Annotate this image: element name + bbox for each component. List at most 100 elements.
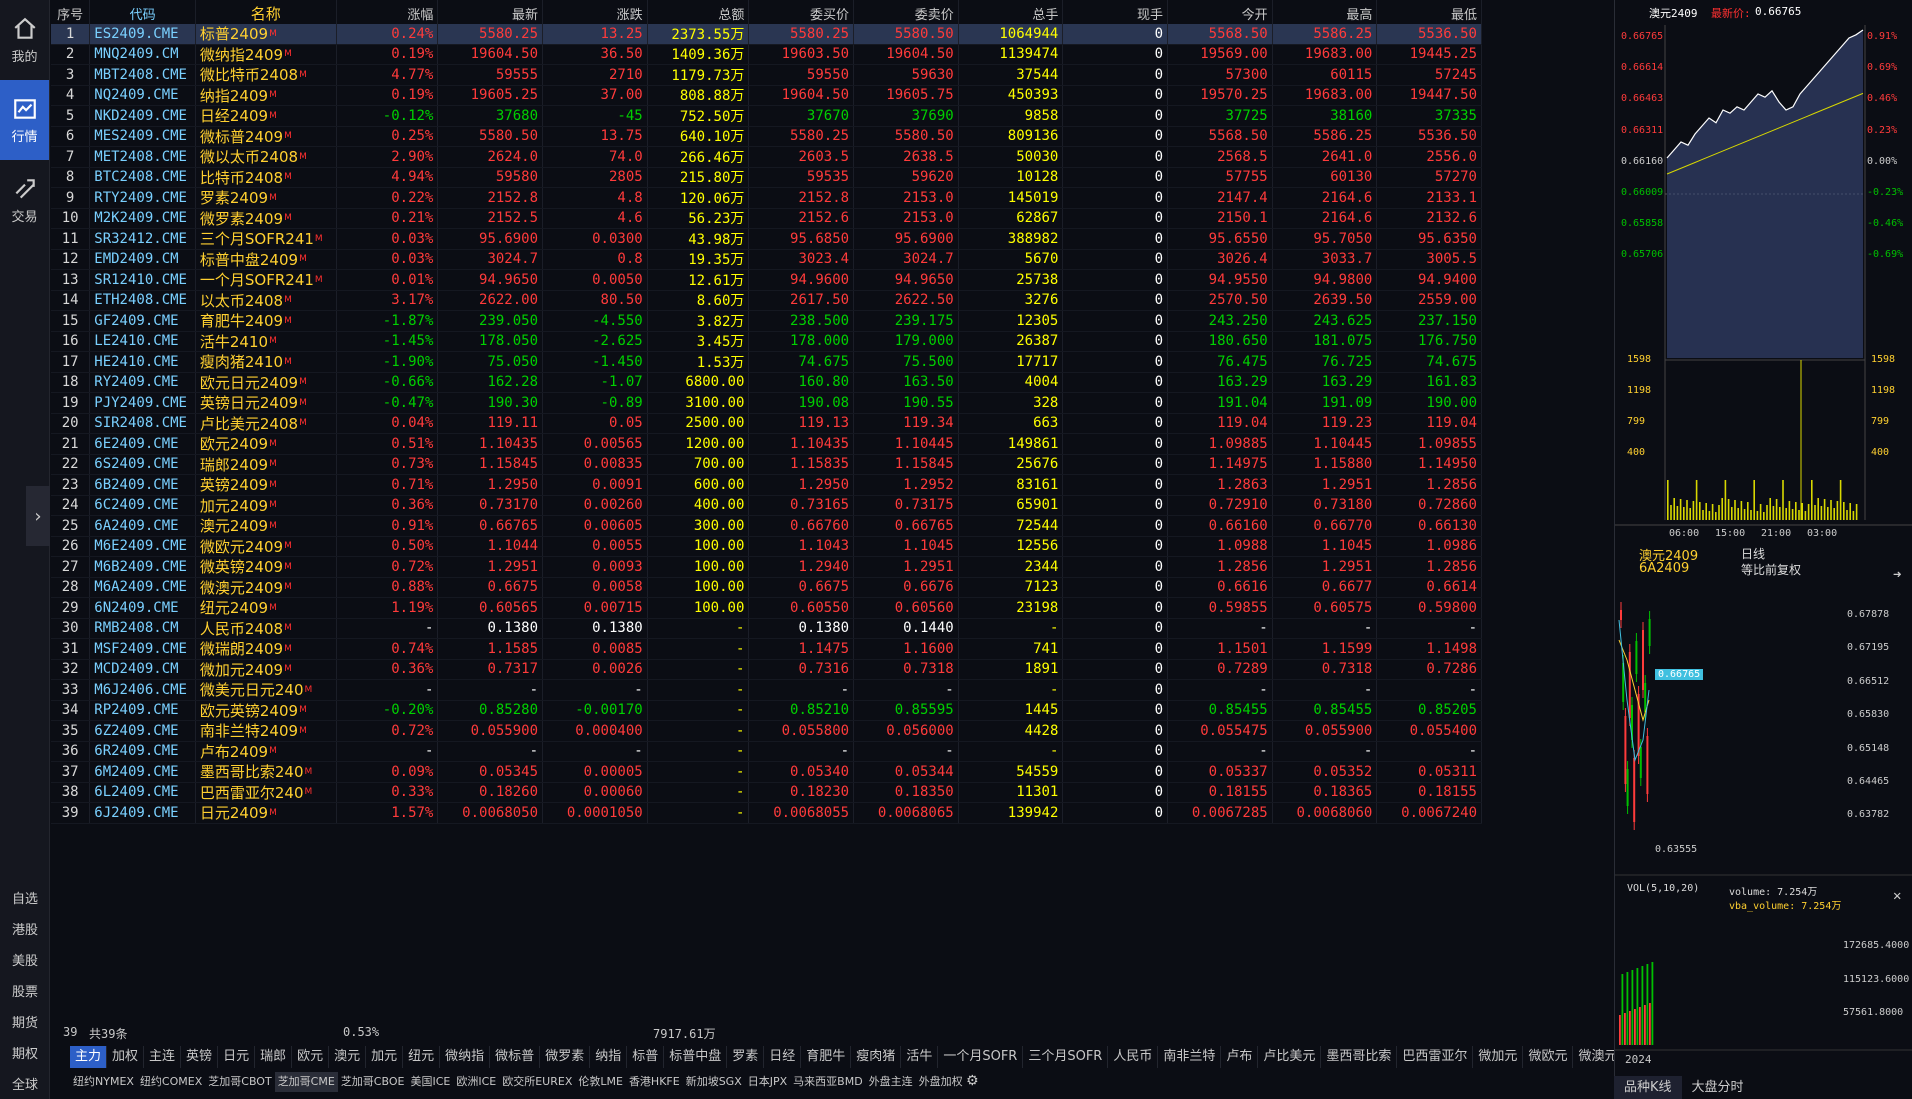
table-row[interactable]: 5 NKD2409.CME 日经2409 M -0.12% 37680 -45 752.50万… <box>51 106 1482 127</box>
category-tab[interactable]: 微欧元 <box>1523 1046 1574 1068</box>
category-tab[interactable]: 罗素 <box>727 1046 765 1068</box>
category-tab[interactable]: 活牛 <box>901 1046 939 1068</box>
exchange-tab[interactable]: 芝加哥CBOT <box>205 1072 274 1092</box>
exchange-tab[interactable]: 欧洲ICE <box>453 1072 499 1092</box>
table-row[interactable]: 32 MCD2409.CM 微加元2409 M 0.36% 0.7317 0.0026 - 0.… <box>51 659 1482 680</box>
table-row[interactable]: 31 MSF2409.CME 微瑞朗2409 M 0.74% 1.1585 0.0085 - 1… <box>51 639 1482 660</box>
nav-bottom-watchlist[interactable]: 自选 <box>0 888 50 907</box>
table-row[interactable]: 22 6S2409.CME 瑞郎2409 M 0.73% 1.15845 0.00835 70… <box>51 454 1482 475</box>
category-tab[interactable]: 主连 <box>144 1046 182 1068</box>
table-row[interactable]: 28 M6A2409.CME 微澳元2409 M 0.88% 0.6675 0.0058 10… <box>51 577 1482 598</box>
category-tab[interactable]: 卢比美元 <box>1258 1046 1322 1068</box>
category-tab[interactable]: 欧元 <box>292 1046 330 1068</box>
table-row[interactable]: 36 6R2409.CME 卢布2409 M - - - - - - - 0 - - - <box>51 741 1482 762</box>
nav-bottom-global[interactable]: 全球 <box>0 1074 50 1093</box>
table-row[interactable]: 12 EMD2409.CM 标普中盘2409 M 0.03% 3024.7 0.8 19.35… <box>51 249 1482 270</box>
exchange-tab[interactable]: 纽约NYMEX <box>70 1072 137 1092</box>
nav-item-market[interactable]: 行情 <box>0 80 49 160</box>
category-tab[interactable]: 育肥牛 <box>801 1046 852 1068</box>
category-tab[interactable]: 加元 <box>366 1046 404 1068</box>
exchange-tab[interactable]: 外盘加权 <box>916 1072 966 1092</box>
column-header[interactable]: 总额 <box>648 0 750 27</box>
table-row[interactable]: 15 GF2409.CME 育肥牛2409 M -1.87% 239.050 -4.550 3… <box>51 311 1482 332</box>
nav-bottom-stocks[interactable]: 股票 <box>0 981 50 1000</box>
exchange-tab[interactable]: 新加坡SGX <box>683 1072 745 1092</box>
table-row[interactable]: 18 RY2409.CME 欧元日元2409 M -0.66% 162.28 -1.07 68… <box>51 372 1482 393</box>
table-row[interactable]: 17 HE2410.CME 瘦肉猪2410 M -1.90% 75.050 -1.450 1.… <box>51 352 1482 373</box>
table-row[interactable]: 34 RP2409.CME 欧元英镑2409 M -0.20% 0.85280 -0.001… <box>51 700 1482 721</box>
table-row[interactable]: 3 MBT2408.CME 微比特币2408 M 4.77% 59555 2710 1179.… <box>51 65 1482 86</box>
column-header[interactable]: 最低 <box>1377 0 1482 27</box>
nav-item-trade[interactable]: 交易 <box>0 160 49 240</box>
table-row[interactable]: 33 M6J2406.CME 微美元日元240 M - - - - - - - 0 - - - <box>51 680 1482 701</box>
table-row[interactable]: 35 6Z2409.CME 南非兰特2409 M 0.72% 0.055900 0.0004… <box>51 721 1482 742</box>
table-row[interactable]: 27 M6B2409.CME 微英镑2409 M 0.72% 1.2951 0.0093 10… <box>51 557 1482 578</box>
category-tab[interactable]: 纽元 <box>403 1046 441 1068</box>
category-tab[interactable]: 瑞郎 <box>255 1046 293 1068</box>
category-tab[interactable]: 巴西雷亚尔 <box>1397 1046 1474 1068</box>
category-tab[interactable]: 微罗素 <box>540 1046 591 1068</box>
nav-bottom-us[interactable]: 美股 <box>0 950 50 969</box>
category-tab[interactable]: 英镑 <box>181 1046 219 1068</box>
gear-icon[interactable]: ⚙ <box>966 1073 979 1089</box>
exchange-tab[interactable]: 伦敦LME <box>575 1072 626 1092</box>
table-row[interactable]: 10 M2K2409.CME 微罗素2409 M 0.21% 2152.5 4.6 56.23… <box>51 208 1482 229</box>
category-tab[interactable]: 日元 <box>218 1046 256 1068</box>
table-row[interactable]: 39 6J2409.CME 日元2409 M 1.57% 0.0068050 0.00010… <box>51 803 1482 824</box>
nav-bottom-options[interactable]: 期权 <box>0 1043 50 1062</box>
exchange-tab[interactable]: 纽约COMEX <box>137 1072 205 1092</box>
nav-bottom-futures[interactable]: 期货 <box>0 1012 50 1031</box>
tab-market-minute[interactable]: 大盘分时 <box>1682 1076 1754 1099</box>
table-row[interactable]: 25 6A2409.CME 澳元2409 M 0.91% 0.66765 0.00605 30… <box>51 516 1482 537</box>
column-header[interactable]: 最新 <box>438 0 544 27</box>
exchange-tab[interactable]: 马来西亚BMD <box>790 1072 866 1092</box>
table-row[interactable]: 26 M6E2409.CME 微欧元2409 M 0.50% 1.1044 0.0055 10… <box>51 536 1482 557</box>
close-icon[interactable]: ✕ <box>1893 888 1901 904</box>
table-row[interactable]: 29 6N2409.CME 纽元2409 M 1.19% 0.60565 0.00715 10… <box>51 598 1482 619</box>
category-tab[interactable]: 澳元 <box>329 1046 367 1068</box>
exchange-tab[interactable]: 美国ICE <box>407 1072 453 1092</box>
exchange-tab[interactable]: 香港HKFE <box>626 1072 683 1092</box>
nav-bottom-hk[interactable]: 港股 <box>0 919 50 938</box>
exchange-tab[interactable]: 欧交所EUREX <box>499 1072 575 1092</box>
kline-period[interactable]: 日线 <box>1741 545 1765 562</box>
category-tab[interactable]: 人民币 <box>1108 1046 1159 1068</box>
column-header[interactable]: 今开 <box>1168 0 1273 27</box>
category-tab[interactable]: 标普中盘 <box>664 1046 728 1068</box>
table-row[interactable]: 19 PJY2409.CME 英镑日元2409 M -0.47% 190.30 -0.89 3… <box>51 393 1482 414</box>
table-row[interactable]: 1 ES2409.CME 标普2409 M 0.24% 5580.25 13.25 2373.… <box>51 24 1482 45</box>
column-header[interactable]: 涨幅 <box>337 0 439 27</box>
category-tab[interactable]: 日经 <box>764 1046 802 1068</box>
nav-item-mine[interactable]: 我的 <box>0 0 49 80</box>
column-header[interactable]: 最高 <box>1273 0 1378 27</box>
column-header[interactable]: 序号 <box>51 0 91 27</box>
column-header[interactable]: 名称 <box>196 0 337 27</box>
column-header[interactable]: 现手 <box>1063 0 1169 27</box>
exchange-tab[interactable]: 芝加哥CBOE <box>338 1072 408 1092</box>
column-header[interactable]: 总手 <box>959 0 1064 27</box>
column-header[interactable]: 代码 <box>90 0 196 27</box>
exchange-tab[interactable]: 日本JPX <box>745 1072 790 1092</box>
category-tab[interactable]: 标普 <box>627 1046 665 1068</box>
table-row[interactable]: 2 MNQ2409.CM 微纳指2409 M 0.19% 19604.50 36.50 140… <box>51 44 1482 65</box>
exchange-tab[interactable]: 芝加哥CME <box>274 1072 338 1092</box>
table-row[interactable]: 30 RMB2408.CM 人民币2408 M - 0.1380 0.1380 - 0.1380… <box>51 618 1482 639</box>
table-row[interactable]: 4 NQ2409.CME 纳指2409 M 0.19% 19605.25 37.00 808.… <box>51 85 1482 106</box>
category-tab[interactable]: 南非兰特 <box>1158 1046 1222 1068</box>
table-row[interactable]: 23 6B2409.CME 英镑2409 M 0.71% 1.2950 0.0091 600.… <box>51 475 1482 496</box>
table-row[interactable]: 14 ETH2408.CME 以太币2408 M 3.17% 2622.00 80.50 8.… <box>51 290 1482 311</box>
kline-adjust[interactable]: 等比前复权 <box>1741 561 1801 578</box>
table-row[interactable]: 16 LE2410.CME 活牛2410 M -1.45% 178.050 -2.625 3.… <box>51 331 1482 352</box>
table-row[interactable]: 13 SR12410.CME 一个月SOFR241 M 0.01% 94.9650 0.00… <box>51 270 1482 291</box>
category-tab[interactable]: 卢布 <box>1221 1046 1259 1068</box>
category-tab[interactable]: 纳指 <box>590 1046 628 1068</box>
table-row[interactable]: 9 RTY2409.CME 罗素2409 M 0.22% 2152.8 4.8 120.06万… <box>51 188 1482 209</box>
table-row[interactable]: 8 BTC2408.CME 比特币2408 M 4.94% 59580 2805 215.80… <box>51 167 1482 188</box>
category-tab[interactable]: 微纳指 <box>440 1046 491 1068</box>
table-row[interactable]: 11 SR32412.CME 三个月SOFR241 M 0.03% 95.6900 0.03… <box>51 229 1482 250</box>
column-header[interactable]: 委买价 <box>749 0 855 27</box>
category-tab[interactable]: 墨西哥比索 <box>1321 1046 1398 1068</box>
table-row[interactable]: 24 6C2409.CME 加元2409 M 0.36% 0.73170 0.00260 40… <box>51 495 1482 516</box>
tab-kline[interactable]: 品种K线 <box>1614 1076 1682 1099</box>
table-row[interactable]: 37 6M2409.CME 墨西哥比索240 M 0.09% 0.05345 0.00005… <box>51 762 1482 783</box>
